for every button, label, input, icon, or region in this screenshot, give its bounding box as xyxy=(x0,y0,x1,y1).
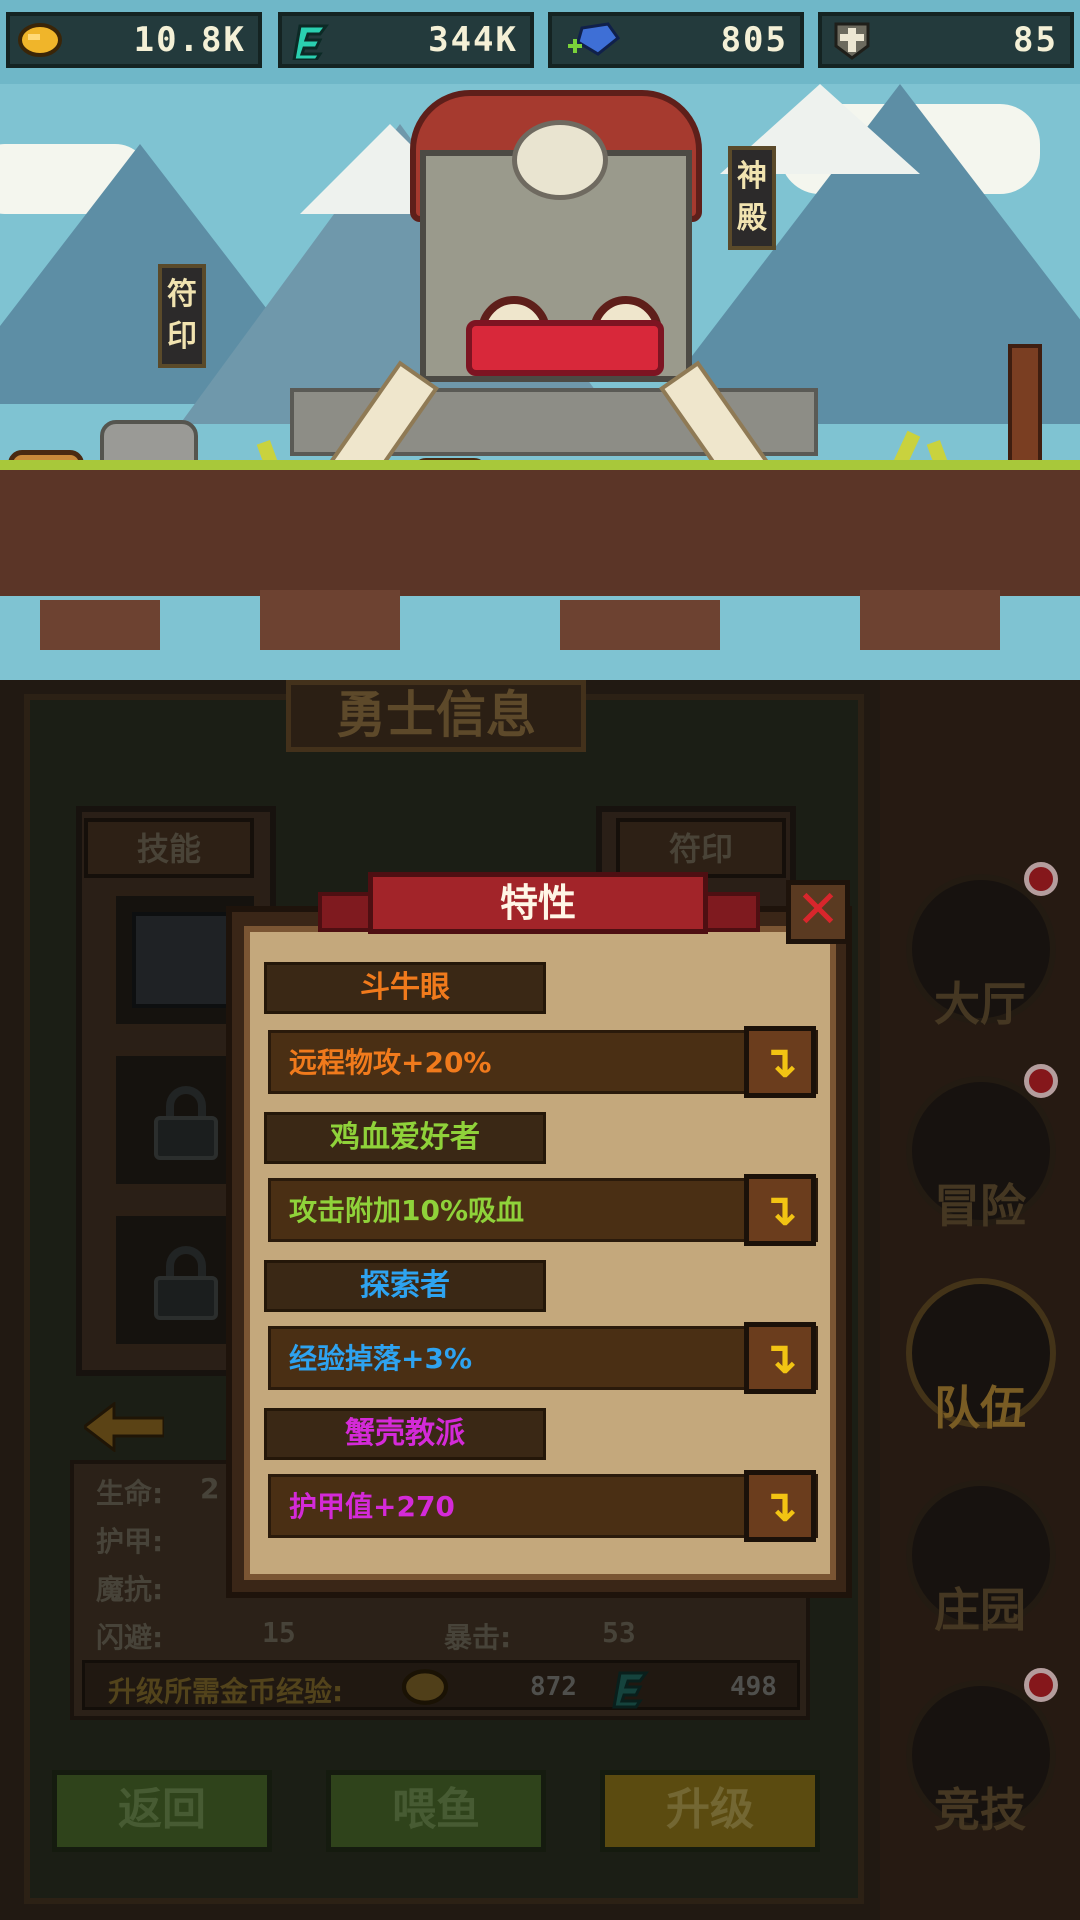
trait-desc-4: 护甲值+270 xyxy=(289,1490,455,1523)
gold-coin-icon xyxy=(18,23,62,57)
trait-row-3: 经验掉落+3% xyxy=(268,1326,818,1390)
green-exp-icon xyxy=(292,24,329,60)
close-icon: ✕ xyxy=(796,880,840,940)
trait-name-4: 蟹壳教派 xyxy=(264,1408,546,1460)
popup-title: 特性 xyxy=(368,872,708,934)
trait-swap-button-2[interactable]: ↴ xyxy=(744,1174,816,1246)
trait-name-3: 探索者 xyxy=(264,1260,546,1312)
cross-counter[interactable]: 85 xyxy=(818,12,1074,68)
gold-counter[interactable]: 10.8K xyxy=(6,12,262,68)
gem-value: 805 xyxy=(720,20,788,60)
exp-value: 344K xyxy=(428,20,518,60)
totem-gem xyxy=(512,120,608,200)
rune-banner-text: 符 印 xyxy=(167,277,197,354)
temple-banner-text: 神 殿 xyxy=(737,159,767,236)
dirt-brick xyxy=(860,590,1000,650)
resource-bar: 10.8K 344K 805 85 xyxy=(0,0,1080,84)
trait-desc-3: 经验掉落+3% xyxy=(289,1342,472,1375)
swap-arrow-icon: ↴ xyxy=(761,1037,798,1088)
trait-row-2: 攻击附加10%吸血 xyxy=(268,1178,818,1242)
ground xyxy=(0,470,1080,596)
cross-value: 85 xyxy=(1013,20,1058,60)
close-button[interactable]: ✕ xyxy=(786,880,850,944)
temple-banner[interactable]: 神 殿 xyxy=(728,146,776,250)
blue-gem-icon xyxy=(568,22,620,56)
swap-arrow-icon: ↴ xyxy=(761,1185,798,1236)
trait-name-1: 斗牛眼 xyxy=(264,962,546,1014)
trait-row-1: 远程物攻+20% xyxy=(268,1030,818,1094)
trait-swap-button-1[interactable]: ↴ xyxy=(744,1026,816,1098)
totem-mouth xyxy=(466,320,664,376)
swap-arrow-icon: ↴ xyxy=(761,1333,798,1384)
gold-value: 10.8K xyxy=(133,20,246,60)
ribbon-tail-right xyxy=(700,892,760,932)
swap-arrow-icon: ↴ xyxy=(761,1481,798,1532)
gem-counter[interactable]: 805 xyxy=(548,12,804,68)
exp-counter[interactable]: 344K xyxy=(278,12,534,68)
trait-name-2: 鸡血爱好者 xyxy=(264,1112,546,1164)
dirt-brick xyxy=(260,590,400,650)
trait-row-4: 护甲值+270 xyxy=(268,1474,818,1538)
rune-banner[interactable]: 符 印 xyxy=(158,264,206,368)
dirt-brick xyxy=(560,600,720,650)
trait-desc-1: 远程物攻+20% xyxy=(289,1046,492,1079)
trait-swap-button-4[interactable]: ↴ xyxy=(744,1470,816,1542)
dirt-brick xyxy=(40,600,160,650)
cross-shield-icon xyxy=(834,22,870,60)
trait-desc-2: 攻击附加10%吸血 xyxy=(289,1194,525,1227)
trait-swap-button-3[interactable]: ↴ xyxy=(744,1322,816,1394)
